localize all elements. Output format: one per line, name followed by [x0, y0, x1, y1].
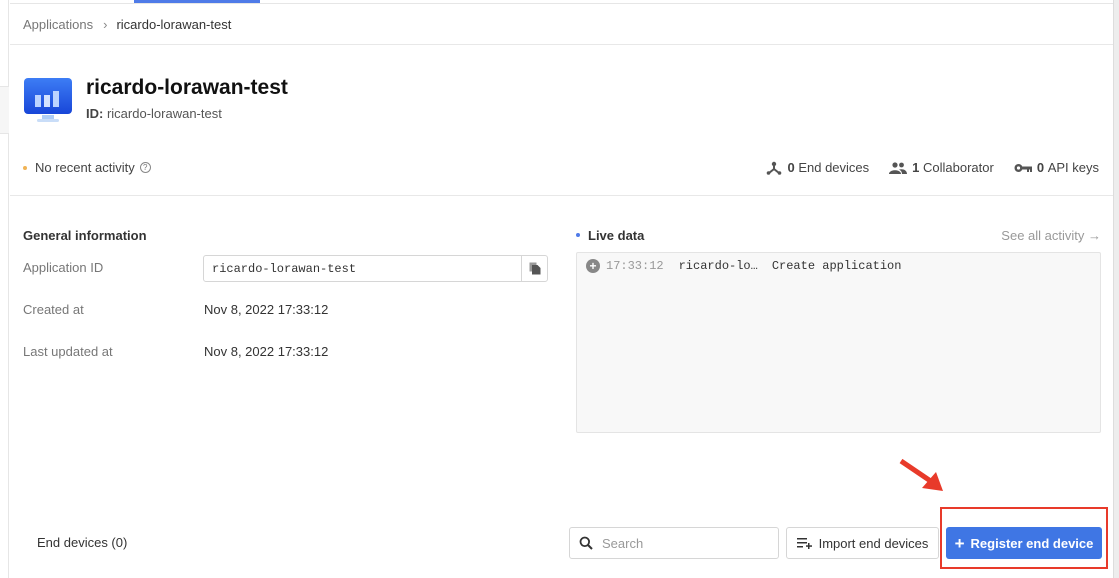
stat-label: End devices — [798, 160, 870, 175]
activity-dot-icon — [23, 165, 27, 170]
help-icon[interactable]: ? — [139, 162, 151, 173]
stat-count: 0 — [787, 160, 795, 175]
stat-api-keys[interactable]: 0 API keys — [1014, 160, 1099, 175]
stat-end-devices[interactable]: 0 End devices — [766, 160, 869, 175]
last-updated-label: Last updated at — [23, 344, 113, 359]
search-placeholder: Search — [602, 535, 644, 551]
activity-text: No recent activity — [35, 160, 135, 175]
live-indicator-icon — [576, 233, 580, 237]
list-add-icon — [796, 538, 812, 549]
key-icon — [1014, 163, 1032, 172]
breadcrumb: Applications › ricardo-lorawan-test — [10, 4, 1113, 45]
application-monitor-icon — [24, 78, 72, 122]
import-end-devices-button[interactable]: Import end devices — [786, 527, 939, 559]
live-data-title: Live data — [588, 228, 645, 243]
event-entity: ricardo-lo… — [678, 259, 758, 273]
breadcrumb-applications-link[interactable]: Applications — [23, 17, 93, 32]
application-id-label: Application ID — [23, 260, 104, 275]
activity-status: No recent activity ? — [23, 160, 151, 175]
application-id-field[interactable]: ricardo-lorawan-test — [203, 255, 548, 282]
id-value: ricardo-lorawan-test — [106, 106, 222, 121]
status-row: No recent activity ? 0 End devices 1 Col… — [10, 150, 1113, 196]
stat-count: 1 — [912, 160, 920, 175]
search-icon — [579, 536, 593, 550]
event-name: Create application — [771, 259, 902, 273]
create-event-icon: + — [586, 259, 600, 273]
stats: 0 End devices 1 Collaborator 0 API keys — [746, 160, 1099, 175]
event-time: 17:33:12 — [606, 259, 664, 273]
created-at-label: Created at — [23, 302, 84, 317]
annotation-highlight-box — [940, 507, 1108, 569]
end-device-icon — [767, 161, 782, 175]
collaborators-icon — [889, 161, 908, 174]
active-tab-indicator — [134, 0, 260, 3]
import-label: Import end devices — [818, 535, 929, 551]
annotation-arrow-icon — [899, 458, 943, 491]
id-label: ID: — [86, 106, 104, 121]
search-input[interactable]: Search — [569, 527, 779, 559]
end-devices-title: End devices (0) — [37, 535, 128, 550]
chevron-right-icon: › — [103, 16, 108, 32]
application-id-value[interactable]: ricardo-lorawan-test — [204, 256, 521, 281]
general-information-title: General information — [23, 228, 147, 243]
sidebar-edge — [0, 0, 9, 578]
sidebar-edge-segment — [0, 86, 9, 134]
event-row[interactable]: + 17:33:12 ricardo-lo… Create applicatio… — [586, 259, 901, 273]
stat-label: API keys — [1047, 160, 1099, 175]
live-data-feed[interactable]: + 17:33:12 ricardo-lo… Create applicatio… — [576, 252, 1101, 433]
see-all-activity-link[interactable]: See all activity → — [1001, 228, 1101, 243]
page-scrollbar[interactable] — [1113, 0, 1119, 578]
stat-label: Collaborator — [923, 160, 994, 175]
copy-icon — [529, 262, 540, 275]
stat-count: 0 — [1036, 160, 1045, 175]
breadcrumb-current: ricardo-lorawan-test — [116, 16, 232, 32]
stat-collaborators[interactable]: 1 Collaborator — [889, 160, 994, 175]
last-updated-value: Nov 8, 2022 17:33:12 — [204, 344, 329, 359]
copy-button[interactable] — [521, 256, 547, 281]
created-at-value: Nov 8, 2022 17:33:12 — [204, 302, 329, 317]
page-title: ricardo-lorawan-test — [86, 76, 288, 99]
application-id-subtitle: ID: ricardo-lorawan-test — [86, 106, 222, 121]
